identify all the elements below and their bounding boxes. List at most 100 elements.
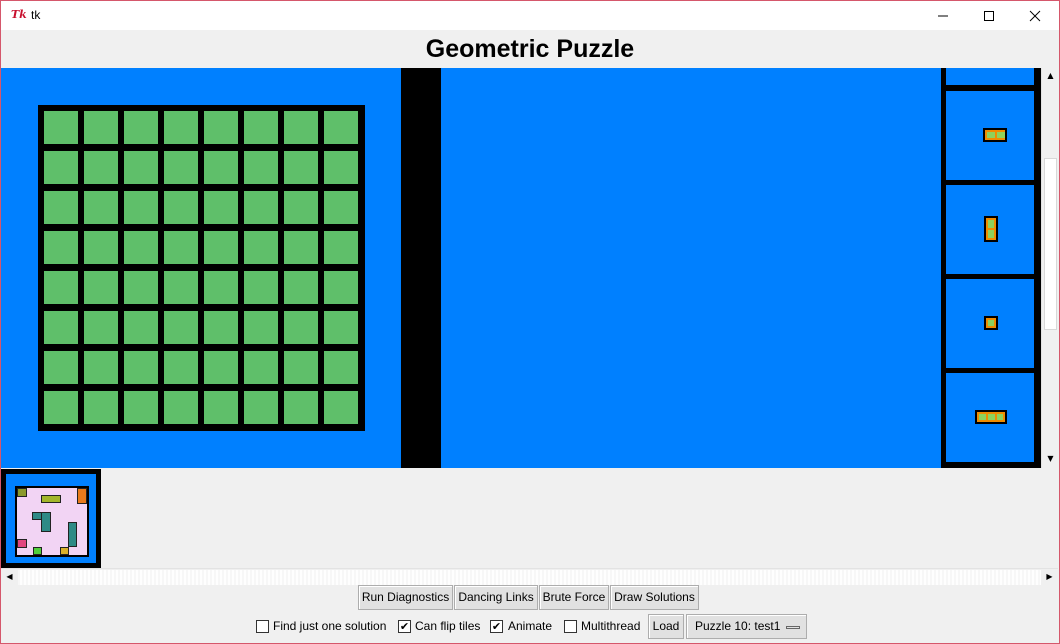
board-cell[interactable] xyxy=(124,191,158,224)
close-icon xyxy=(1029,10,1041,21)
board-cell[interactable] xyxy=(204,311,238,344)
scroll-right-icon[interactable]: ▶ xyxy=(1041,569,1058,585)
dancing-links-button[interactable]: Dancing Links xyxy=(454,585,538,610)
run-diagnostics-button[interactable]: Run Diagnostics xyxy=(358,585,453,610)
horizontal-scrollbar[interactable]: ◀ ▶ xyxy=(1,568,1058,585)
find-one-solution-checkbox[interactable] xyxy=(256,620,269,633)
puzzle-canvas[interactable] xyxy=(1,68,941,468)
board-cell[interactable] xyxy=(284,351,318,384)
board-cell[interactable] xyxy=(204,191,238,224)
tile-single[interactable] xyxy=(984,316,998,330)
board-cell[interactable] xyxy=(324,111,358,144)
puzzle-select[interactable]: Puzzle 10: test1 xyxy=(686,614,807,639)
board-cell[interactable] xyxy=(204,151,238,184)
board-cell[interactable] xyxy=(164,151,198,184)
board-cell[interactable] xyxy=(84,111,118,144)
board-cell[interactable] xyxy=(244,231,278,264)
board-cell[interactable] xyxy=(44,231,78,264)
brute-force-button[interactable]: Brute Force xyxy=(539,585,609,610)
board-cell[interactable] xyxy=(44,311,78,344)
board-cell[interactable] xyxy=(284,231,318,264)
tile-slot[interactable] xyxy=(946,185,1034,274)
tile-slot[interactable] xyxy=(946,68,1034,85)
maximize-button[interactable] xyxy=(966,1,1012,30)
board-cell[interactable] xyxy=(124,151,158,184)
board-cell[interactable] xyxy=(84,391,118,424)
board-cell[interactable] xyxy=(84,271,118,304)
board-cell[interactable] xyxy=(244,271,278,304)
scroll-left-icon[interactable]: ◀ xyxy=(1,569,18,585)
board-cell[interactable] xyxy=(44,271,78,304)
board-cell[interactable] xyxy=(164,351,198,384)
horizontal-scroll-track[interactable] xyxy=(18,570,1041,585)
tile-slot[interactable] xyxy=(946,91,1034,180)
board-cell[interactable] xyxy=(164,191,198,224)
close-button[interactable] xyxy=(1012,1,1058,30)
board-cell[interactable] xyxy=(124,271,158,304)
board-cell[interactable] xyxy=(284,151,318,184)
board-cell[interactable] xyxy=(164,111,198,144)
board-cell[interactable] xyxy=(124,351,158,384)
vertical-scrollbar[interactable]: ▲ ▼ xyxy=(1041,68,1058,468)
tile-bar-3[interactable] xyxy=(975,410,1007,424)
tile-bar-2[interactable] xyxy=(983,128,1007,142)
load-button[interactable]: Load xyxy=(648,614,684,639)
board-cell[interactable] xyxy=(124,311,158,344)
board-cell[interactable] xyxy=(204,351,238,384)
multithread-checkbox[interactable] xyxy=(564,620,577,633)
puzzle-select-value: Puzzle 10: test1 xyxy=(695,619,781,633)
board-cell[interactable] xyxy=(44,391,78,424)
tile-slot[interactable] xyxy=(946,373,1034,462)
board-cell[interactable] xyxy=(164,311,198,344)
board-cell[interactable] xyxy=(44,191,78,224)
board-cell[interactable] xyxy=(84,191,118,224)
scroll-up-icon[interactable]: ▲ xyxy=(1042,68,1059,84)
board-cell[interactable] xyxy=(324,231,358,264)
board-cell[interactable] xyxy=(204,231,238,264)
board-cell[interactable] xyxy=(204,391,238,424)
tile-list[interactable] xyxy=(941,68,1041,468)
board-cell[interactable] xyxy=(324,151,358,184)
board-cell[interactable] xyxy=(164,391,198,424)
board-cell[interactable] xyxy=(204,271,238,304)
board-cell[interactable] xyxy=(244,351,278,384)
board-cell[interactable] xyxy=(84,231,118,264)
solution-preview[interactable] xyxy=(1,469,101,568)
board-cell[interactable] xyxy=(124,231,158,264)
board-cell[interactable] xyxy=(84,311,118,344)
board-cell[interactable] xyxy=(324,351,358,384)
board-cell[interactable] xyxy=(284,311,318,344)
draw-solutions-button[interactable]: Draw Solutions xyxy=(610,585,699,610)
board-cell[interactable] xyxy=(44,351,78,384)
tile-slot[interactable] xyxy=(946,279,1034,368)
board-cell[interactable] xyxy=(284,271,318,304)
board-cell[interactable] xyxy=(244,391,278,424)
board-cell[interactable] xyxy=(44,151,78,184)
board-cell[interactable] xyxy=(324,271,358,304)
tile-bar-vertical-2[interactable] xyxy=(984,216,998,242)
board-cell[interactable] xyxy=(84,151,118,184)
board-cell[interactable] xyxy=(284,111,318,144)
board-cell[interactable] xyxy=(44,111,78,144)
scroll-down-icon[interactable]: ▼ xyxy=(1042,451,1059,467)
board-cell[interactable] xyxy=(244,191,278,224)
board-cell[interactable] xyxy=(124,111,158,144)
board-cell[interactable] xyxy=(284,191,318,224)
board-cell[interactable] xyxy=(244,151,278,184)
board-cell[interactable] xyxy=(324,311,358,344)
board-cell[interactable] xyxy=(244,311,278,344)
board-cell[interactable] xyxy=(204,111,238,144)
board-cell[interactable] xyxy=(124,391,158,424)
board-cell[interactable] xyxy=(324,391,358,424)
minimize-button[interactable] xyxy=(920,1,966,30)
board-cell[interactable] xyxy=(284,391,318,424)
vertical-scroll-thumb[interactable] xyxy=(1044,158,1057,330)
board-cell[interactable] xyxy=(244,111,278,144)
puzzle-board[interactable] xyxy=(38,105,365,431)
can-flip-tiles-checkbox[interactable]: ✔ xyxy=(398,620,411,633)
board-cell[interactable] xyxy=(324,191,358,224)
animate-checkbox[interactable]: ✔ xyxy=(490,620,503,633)
board-cell[interactable] xyxy=(164,271,198,304)
board-cell[interactable] xyxy=(84,351,118,384)
board-cell[interactable] xyxy=(164,231,198,264)
